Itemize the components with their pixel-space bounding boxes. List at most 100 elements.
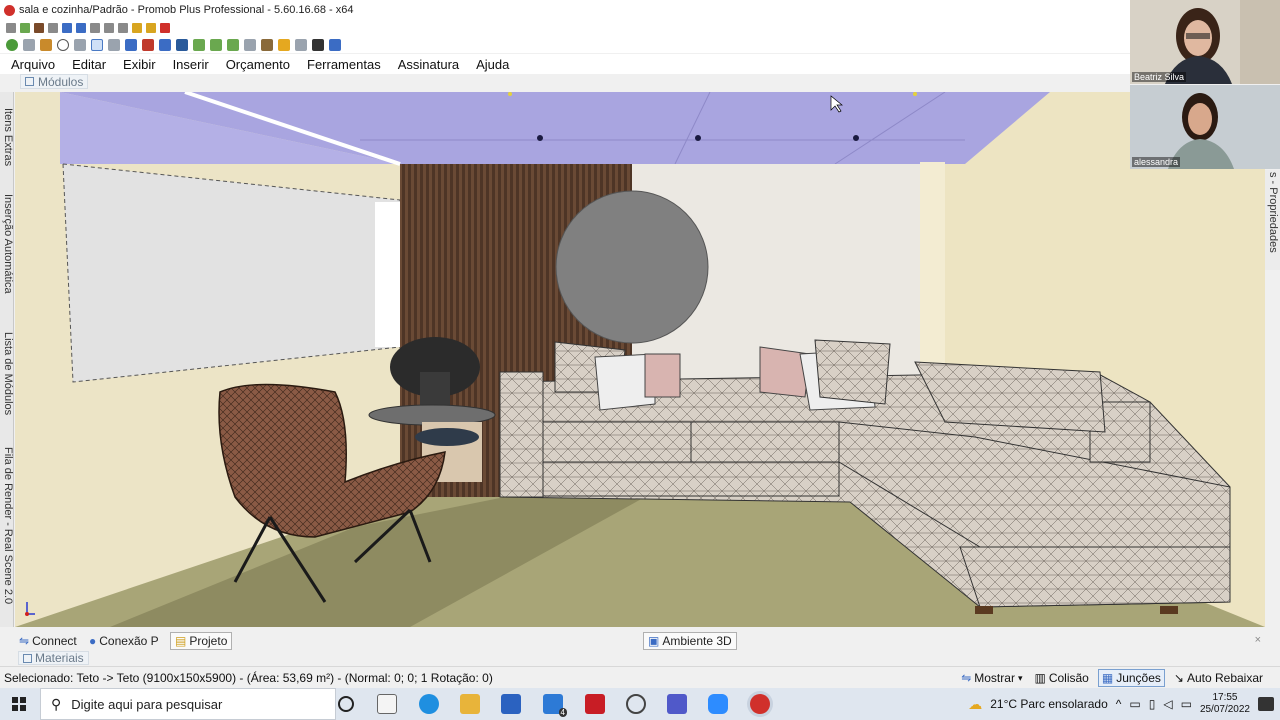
module-icon[interactable]	[142, 38, 154, 51]
side-tab-propriedades[interactable]: s - Propriedades	[1265, 172, 1279, 253]
mostrar-button[interactable]: ⇋ Mostrar ▾	[958, 670, 1025, 686]
library-icon[interactable]	[34, 23, 44, 33]
redo-icon[interactable]	[76, 23, 86, 33]
pin-icon[interactable]	[146, 23, 156, 33]
juncoes-toggle[interactable]: ▦ Junções	[1097, 669, 1165, 687]
mostrar-icon: ⇋	[961, 671, 972, 685]
window-panel	[62, 163, 401, 383]
side-tab-lista-modulos[interactable]: Lista de Módulos	[0, 332, 14, 415]
menu-ferramentas[interactable]: Ferramentas	[307, 57, 381, 72]
title-bar: sala e cozinha/Padrão - Promob Plus Prof…	[0, 0, 1280, 20]
paint-icon[interactable]	[278, 38, 290, 51]
view-icon[interactable]	[244, 38, 256, 51]
select-icon[interactable]	[91, 38, 103, 51]
participant-name: Beatriz Silva	[1132, 72, 1187, 82]
copy-icon[interactable]	[104, 23, 114, 33]
box-icon[interactable]	[261, 38, 273, 51]
conexao-icon: ●	[89, 634, 97, 648]
battery-icon[interactable]: ▭	[1181, 697, 1192, 711]
undo-icon[interactable]	[62, 23, 72, 33]
filter-icon[interactable]	[125, 38, 137, 51]
align-icon[interactable]	[108, 38, 120, 51]
side-tab-itens-extras[interactable]: Itens Extras	[0, 108, 14, 166]
zoom-icon[interactable]	[708, 694, 728, 714]
volume-icon[interactable]: ◁	[1163, 697, 1172, 711]
tray-chevron-up-icon[interactable]: ^	[1116, 697, 1122, 711]
mail-icon[interactable]: 4	[543, 694, 567, 717]
store-icon[interactable]	[501, 694, 521, 714]
rotate-icon[interactable]	[193, 38, 205, 51]
menu-exibir[interactable]: Exibir	[123, 57, 156, 72]
settings-gear-icon[interactable]	[626, 694, 646, 714]
colisao-label: Colisão	[1048, 671, 1089, 685]
cut-icon[interactable]	[90, 23, 100, 33]
menu-assinatura[interactable]: Assinatura	[398, 57, 459, 72]
paste-icon[interactable]	[118, 23, 128, 33]
tab-projeto-label: Projeto	[189, 634, 228, 648]
measure-icon[interactable]	[159, 38, 171, 51]
print-icon[interactable]	[48, 23, 58, 33]
auto-rebaixar-label: Auto Rebaixar	[1186, 671, 1263, 685]
tab-ambiente-3d[interactable]: ▣ Ambiente 3D	[643, 632, 737, 650]
menu-orcamento[interactable]: Orçamento	[226, 57, 290, 72]
notifications-icon[interactable]	[1258, 697, 1274, 711]
eye-icon[interactable]	[176, 38, 188, 51]
microphone-icon[interactable]: ▯	[1149, 697, 1156, 711]
right-side-panel: s - Propriedades	[1265, 170, 1280, 270]
panel-icon	[25, 77, 34, 86]
auto-rebaixar-toggle[interactable]: ↘ Auto Rebaixar	[1171, 670, 1266, 686]
tab-projeto[interactable]: ▤ Projeto	[170, 632, 233, 650]
mcafee-icon[interactable]	[585, 694, 605, 714]
render-icon[interactable]	[20, 23, 30, 33]
auto-rebaixar-icon: ↘	[1173, 671, 1184, 685]
weather-icon: ☁	[968, 695, 983, 712]
connect-icon: ⇋	[19, 634, 30, 648]
colisao-icon: ▥	[1034, 671, 1046, 685]
side-tab-fila-render[interactable]: Fila de Render - Real Scene 2.0	[0, 447, 14, 604]
shape-icon[interactable]	[74, 38, 86, 51]
system-tray: ☁ 21°C Parc ensolarado ^ ▭ ▯ ◁ ▭ 17:55 2…	[968, 688, 1274, 720]
clock-date: 25/07/2022	[1199, 704, 1250, 715]
colisao-toggle[interactable]: ▥ Colisão	[1031, 670, 1091, 686]
move-icon[interactable]	[312, 38, 324, 51]
wand-icon[interactable]	[132, 23, 142, 33]
arrow-left-icon[interactable]	[210, 38, 222, 51]
menu-inserir[interactable]: Inserir	[173, 57, 209, 72]
circle-icon[interactable]	[57, 38, 69, 51]
side-tab-insercao-automatica[interactable]: Inserção Automática	[0, 194, 14, 294]
network-icon[interactable]: ▭	[1129, 697, 1140, 711]
menu-editar[interactable]: Editar	[72, 57, 106, 72]
3d-viewport[interactable]	[15, 92, 1265, 627]
cortana-icon[interactable]	[338, 696, 354, 712]
taskbar-clock[interactable]: 17:55 25/07/2022	[1200, 692, 1250, 716]
main-toolbar	[0, 36, 1130, 53]
file-explorer-icon[interactable]	[460, 694, 480, 714]
close-icon[interactable]	[160, 23, 170, 33]
modules-tab[interactable]: Módulos	[20, 74, 89, 89]
taskbar-search[interactable]: ⚲ Digite aqui para pesquisar	[40, 688, 336, 720]
task-view-icon[interactable]	[377, 694, 397, 714]
weather-text[interactable]: 21°C Parc ensolarado	[990, 697, 1108, 711]
layout-icon[interactable]	[329, 38, 341, 51]
search-icon: ⚲	[51, 695, 62, 712]
materials-tab[interactable]: Materiais	[18, 651, 89, 665]
video-tile-beatriz[interactable]: Beatriz Silva	[1130, 0, 1280, 84]
menu-ajuda[interactable]: Ajuda	[476, 57, 509, 72]
windows-start-icon[interactable]	[12, 697, 26, 711]
teams-icon[interactable]	[667, 694, 687, 714]
video-tile-alessandra[interactable]: alessandra	[1130, 85, 1280, 169]
save-icon[interactable]	[6, 23, 16, 33]
tab-conexao[interactable]: ● Conexão P	[85, 632, 163, 650]
camera-icon[interactable]	[295, 38, 307, 51]
folder-icon[interactable]	[40, 38, 52, 51]
refresh-icon[interactable]	[6, 38, 18, 51]
juncoes-label: Junções	[1116, 671, 1161, 685]
promob-taskbar-icon[interactable]	[750, 694, 770, 714]
grid-icon[interactable]	[23, 38, 35, 51]
arrow-right-icon[interactable]	[227, 38, 239, 51]
close-view-icon[interactable]: ×	[1255, 634, 1261, 646]
menu-arquivo[interactable]: Arquivo	[11, 57, 55, 72]
tab-connect[interactable]: ⇋ Connect	[15, 632, 81, 650]
edge-icon[interactable]	[419, 694, 439, 714]
chevron-down-icon: ▾	[1017, 672, 1023, 683]
